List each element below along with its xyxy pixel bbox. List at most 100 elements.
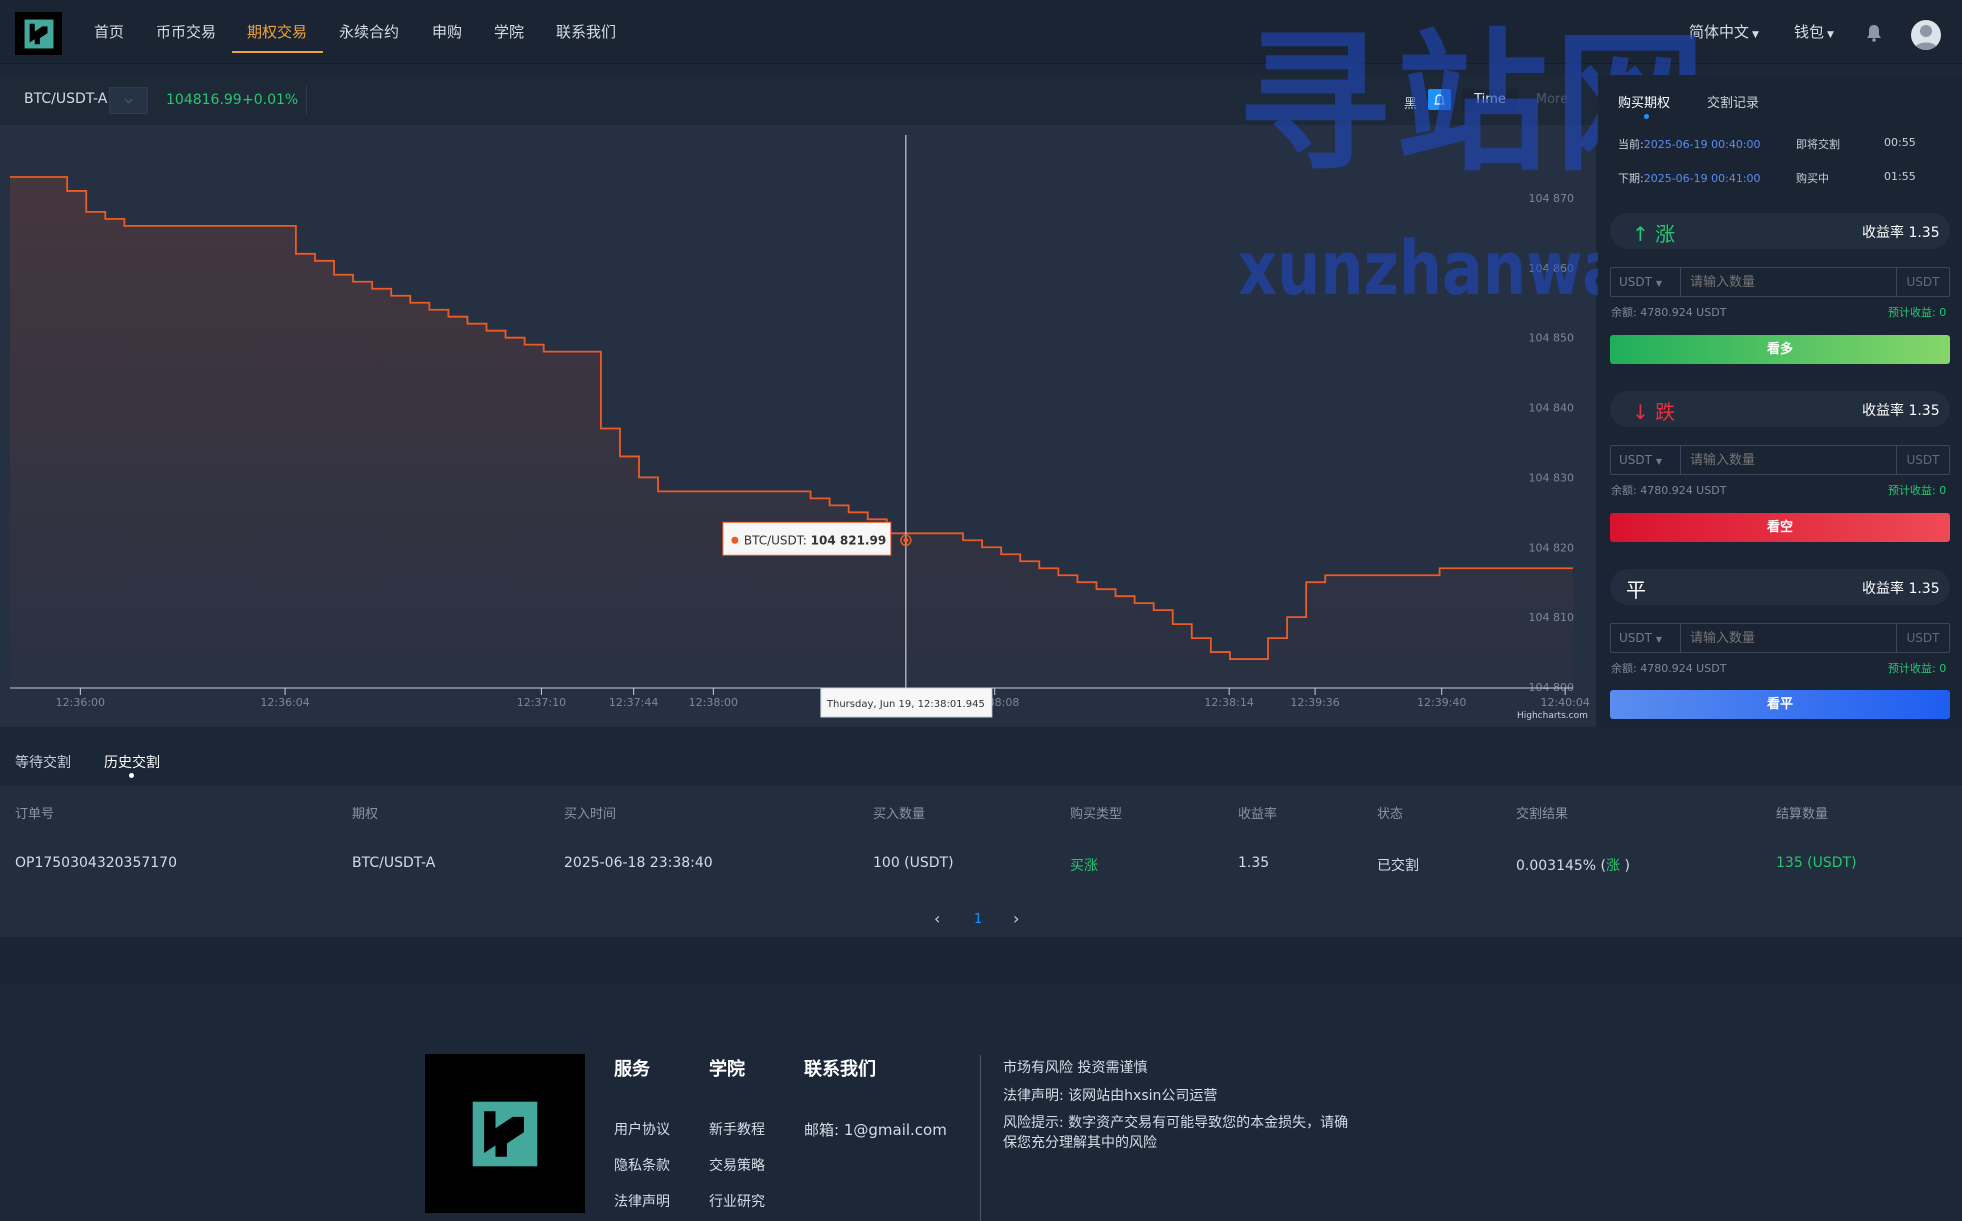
rise-balance: 余额: 4780.924 USDT (1611, 306, 1727, 319)
pair-price: 104816.99 (166, 92, 242, 108)
flat-currency-select[interactable]: USDT ▼ (1611, 624, 1681, 652)
bell-icon[interactable] (1866, 24, 1882, 46)
flat-rate: 收益率 1.35 (1862, 581, 1940, 597)
y-tick-label: 104 840 (1529, 402, 1575, 415)
x-tick-label: 12:37:44 (609, 696, 658, 709)
fall-label: 跌 (1655, 400, 1676, 424)
order-tabs (0, 735, 1962, 786)
col-order-id: 订单号 (15, 807, 55, 822)
nav-academy[interactable]: 学院 (494, 0, 524, 64)
chevron-down-icon: ▼ (1827, 30, 1834, 40)
x-tick-label: 12:36:00 (56, 696, 105, 709)
footer-contact-heading: 联系我们 (804, 1059, 876, 1080)
row-rate: 1.35 (1238, 855, 1270, 871)
row-status: 已交割 (1377, 858, 1419, 874)
pair-dropdown[interactable]: ⌵ (109, 87, 148, 114)
tab-pending[interactable]: 等待交割 (15, 752, 71, 772)
tooltip-series: BTC/USDT: (744, 533, 811, 547)
wallet-menu[interactable]: 钱包 ▼ (1794, 0, 1834, 64)
next-countdown: 01:55 (1884, 170, 1916, 183)
caret-down-icon: ▼ (1655, 279, 1662, 288)
price-chart[interactable]: 104 870104 860104 850104 840104 830104 8… (0, 125, 1596, 727)
nav-perpetual[interactable]: 永续合约 (339, 0, 399, 64)
nav-home[interactable]: 首页 (94, 0, 124, 64)
tab-history[interactable]: 历史交割 (104, 752, 160, 772)
footer-user-agreement[interactable]: 用户协议 (614, 1119, 670, 1139)
x-tick-label: 12:38:14 (1204, 696, 1253, 709)
col-rate: 收益率 (1238, 807, 1278, 822)
buy-flat-button[interactable]: 看平 (1610, 690, 1950, 719)
hover-point (903, 537, 909, 543)
col-buy-amount: 买入数量 (873, 807, 926, 822)
footer-industry-research[interactable]: 行业研究 (709, 1191, 765, 1211)
rise-currency-select[interactable]: USDT ▼ (1611, 268, 1681, 296)
current-countdown: 00:55 (1884, 136, 1916, 149)
footer-trading-strategy[interactable]: 交易策略 (709, 1155, 765, 1175)
x-tick-label: 12:37:10 (517, 696, 566, 709)
next-page-icon[interactable]: › (1013, 909, 1019, 928)
y-tick-label: 104 820 (1529, 541, 1575, 554)
footer-legal-notice: 法律声明: 该网站由hxsin公司运营 (1003, 1088, 1218, 1104)
nav-spot[interactable]: 币币交易 (156, 0, 216, 64)
footer-legal[interactable]: 法律声明 (614, 1191, 670, 1211)
footer-academy-heading: 学院 (709, 1059, 745, 1080)
footer-privacy[interactable]: 隐私条款 (614, 1155, 670, 1175)
rise-unit: USDT (1896, 268, 1949, 296)
footer (0, 984, 1962, 1221)
current-label-text: 当前: (1618, 138, 1644, 151)
flat-amount-input[interactable] (1682, 624, 1895, 652)
user-icon (1914, 25, 1938, 50)
tab-buy-option[interactable]: 购买期权 (1618, 92, 1670, 111)
next-status: 购买中 (1796, 172, 1829, 185)
current-status: 即将交割 (1796, 138, 1840, 151)
logo-icon (472, 1101, 538, 1166)
flat-unit: USDT (1896, 624, 1949, 652)
rise-amount-input[interactable] (1682, 268, 1895, 296)
buy-short-button[interactable]: 看空 (1610, 513, 1950, 542)
footer-beginner-guide[interactable]: 新手教程 (709, 1119, 765, 1139)
tab-delivery-records[interactable]: 交割记录 (1707, 92, 1759, 111)
tooltip-dot (731, 536, 739, 544)
currency-label: USDT (1619, 453, 1652, 467)
fall-balance: 余额: 4780.924 USDT (1611, 484, 1727, 497)
y-tick-label: 104 830 (1529, 471, 1575, 484)
footer-service-heading: 服务 (614, 1059, 650, 1080)
avatar[interactable] (1911, 20, 1941, 50)
wallet-label: 钱包 (1794, 23, 1825, 41)
x-tick-label: 12:39:40 (1417, 696, 1466, 709)
row-result: 0.003145% (涨 ) (1516, 855, 1630, 875)
current-label: 当前:2025-06-19 00:40:00 (1618, 136, 1761, 152)
brand-logo[interactable] (15, 12, 62, 55)
arrow-down-icon: ↓ (1632, 400, 1649, 424)
currency-label: USDT (1619, 275, 1652, 289)
next-label: 下期:2025-06-19 00:41:00 (1618, 170, 1761, 186)
buy-long-button[interactable]: 看多 (1610, 335, 1950, 364)
footer-email[interactable]: 邮箱: 1@gmail.com (804, 1119, 947, 1140)
row-buy-amount: 100 (USDT) (873, 855, 954, 871)
result-percent: 0.003145% ( (1516, 858, 1607, 874)
flat-estimate: 预计收益: 0 (1888, 662, 1947, 675)
current-time: 2025-06-19 00:40:00 (1643, 138, 1761, 151)
nav-options[interactable]: 期权交易 (247, 0, 307, 64)
fall-title: ↓ 跌 (1632, 396, 1675, 425)
fall-amount-input[interactable] (1682, 446, 1895, 474)
row-option: BTC/USDT-A (352, 855, 436, 871)
rise-title: ↑ 涨 (1632, 218, 1675, 247)
y-tick-label: 104 870 (1529, 192, 1575, 205)
result-direction: 涨 (1606, 858, 1621, 874)
separator-band (0, 937, 1962, 984)
time-label: Thursday, Jun 19, 12:38:01.945 (826, 699, 985, 710)
prev-page-icon[interactable]: ‹ (934, 909, 940, 928)
footer-risk-notice: 市场有风险 投资需谨慎 (1003, 1060, 1148, 1076)
y-tick-label: 104 850 (1529, 332, 1575, 345)
next-time: 2025-06-19 00:41:00 (1643, 172, 1761, 185)
nav-contact[interactable]: 联系我们 (556, 0, 616, 64)
divider (306, 86, 307, 114)
page-number[interactable]: 1 (974, 912, 982, 927)
x-tick-label: 12:36:04 (260, 696, 309, 709)
caret-down-icon: ▼ (1655, 635, 1662, 644)
x-tick-label: 12:39:36 (1290, 696, 1339, 709)
footer-risk-warning: 风险提示: 数字资产交易有可能导致您的本金损失，请确保您充分理解其中的风险 (1003, 1115, 1349, 1151)
nav-subscribe[interactable]: 申购 (432, 0, 462, 64)
fall-currency-select[interactable]: USDT ▼ (1611, 446, 1681, 474)
